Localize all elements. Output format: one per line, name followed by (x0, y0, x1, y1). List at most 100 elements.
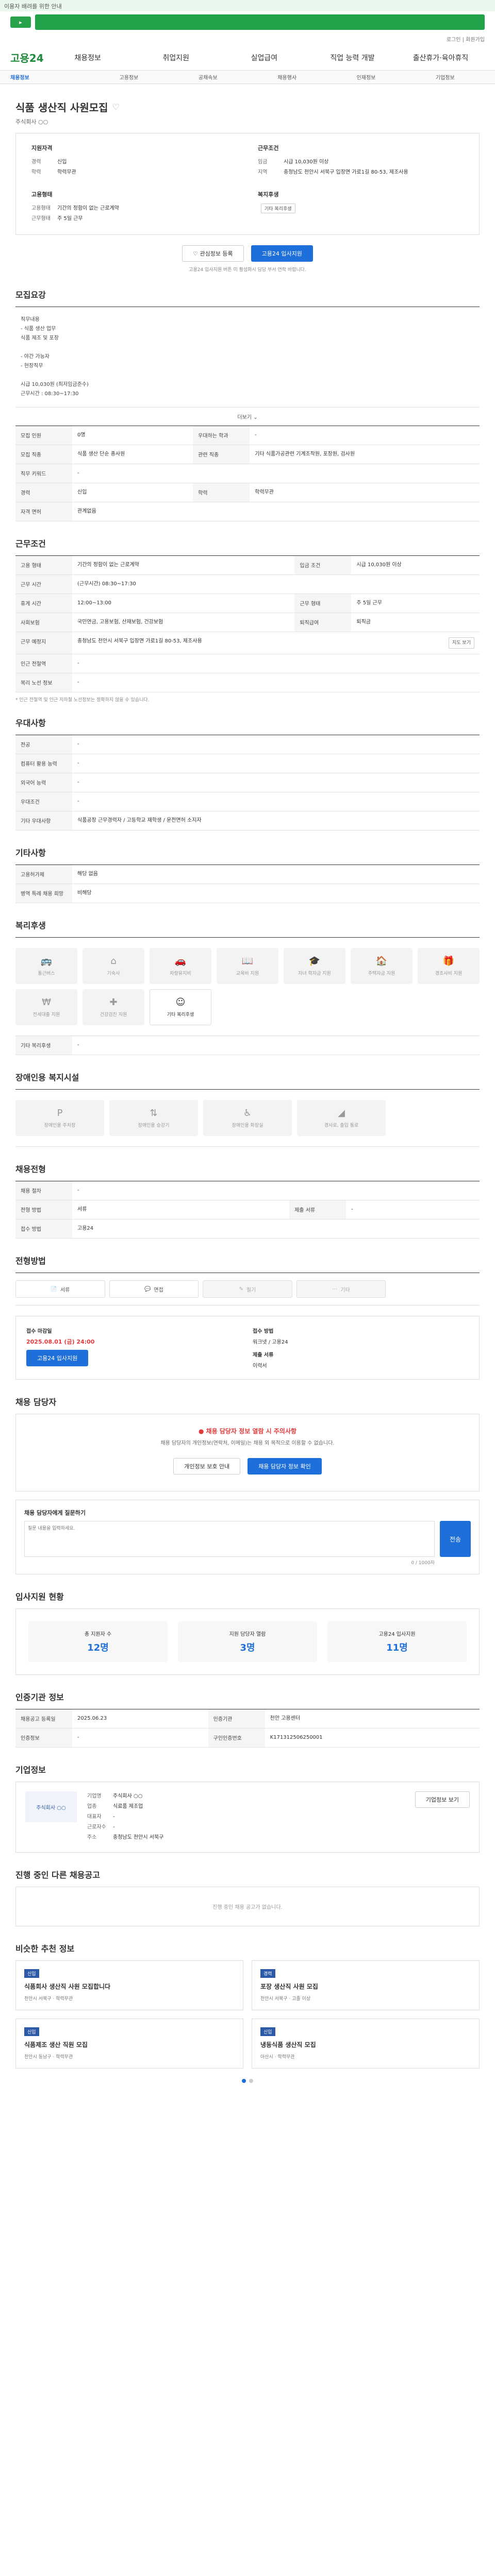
qa-title: 채용 담당자에게 질문하기 (24, 1510, 86, 1516)
stats-box: 총 지원자 수 12명 지원 담당자 열람 3명 고용24 입사지원 11명 (15, 1608, 480, 1675)
alert-icon: ● (198, 1428, 206, 1435)
table-cell: 시급 10,030원 이상 (351, 555, 480, 575)
ramp-icon: ◢ (338, 1108, 345, 1118)
recommend-card[interactable]: 신입식품제조 생산 직원 모집천안시 동남구 · 학력무관 (15, 2019, 243, 2069)
page-dot[interactable] (249, 2079, 253, 2083)
kv-key: 고용형태 (31, 206, 51, 211)
recommend-meta: 천안시 서북구 · 학력무관 (24, 1996, 73, 2002)
facility-label: 장애인용 주차장 (44, 1123, 76, 1128)
welfare-label: 기타 복리후생 (167, 1012, 194, 1018)
chat-icon: 💬 (144, 1286, 151, 1292)
table-header: 전공 (15, 735, 72, 754)
section-title: 전형방법 (15, 1256, 46, 1266)
recommend-meta: 천안시 동남구 · 학력무관 (24, 2055, 73, 2060)
facility-label: 장애인용 화장실 (232, 1123, 263, 1128)
table-cell: 비해당 (72, 884, 480, 903)
table-header: 인증기관 (208, 1709, 265, 1728)
table-header: 인근 전철역 (15, 654, 72, 673)
subnav-item[interactable]: 고용정보 (89, 73, 168, 81)
welfare-item: 🚗 차량유지비 (150, 948, 211, 984)
job-title: 식품 생산직 사원모집 (15, 101, 108, 114)
table-header: 컴퓨터 활용 능력 (15, 754, 72, 773)
contact-alert: ● 채용 담당자 정보 열람 시 주의사항 (28, 1427, 467, 1435)
kv-value: 충청남도 천안시 서북구 (113, 1835, 164, 1840)
view-contact-button[interactable]: 채용 담당자 정보 확인 (248, 1458, 322, 1475)
facility-item: ◢ 경사로, 출입 통로 (297, 1100, 386, 1136)
qa-counter: 0 / 1000자 (411, 1561, 435, 1566)
nav-item[interactable]: 출산휴가·육아휴직 (397, 53, 485, 63)
table-header: 채용 절차 (15, 1181, 72, 1200)
go-button[interactable]: ▸ (10, 16, 31, 28)
recommend-card[interactable]: 신입 식품회사 생산직 사원 모집합니다 천안시 서북구 · 학력무관 (15, 1960, 243, 2010)
company-info-button[interactable]: 기업정보 보기 (415, 1791, 470, 1808)
qa-send-button[interactable]: 전송 (440, 1521, 471, 1557)
car-icon: 🚗 (174, 956, 187, 967)
site-logo[interactable]: 고용24 (10, 50, 44, 65)
kv-value: 학력무관 (57, 170, 76, 175)
recommend-title: 식품회사 생산직 사원 모집합니다 (24, 1983, 111, 1990)
subnav-item[interactable]: 공채속보 (169, 73, 248, 81)
table-cell: - (72, 464, 480, 483)
search-bar[interactable] (35, 14, 485, 30)
recommend-card[interactable]: 경력 포장 생산직 사원 모집 천안시 서북구 · 고졸 이상 (252, 1960, 480, 2010)
kv-value: 주 5일 근무 (57, 216, 83, 222)
kv-key: 경력 (31, 159, 41, 165)
kv-key: 지역 (258, 170, 268, 175)
recommend-title: 냉동식품 생산직 모집 (260, 2041, 316, 2048)
table-cell: 0명 (72, 426, 193, 445)
qa-input[interactable] (24, 1521, 435, 1557)
table-cell: 천안 고용센터 (265, 1709, 480, 1728)
subnav-item[interactable]: 채용정보 (10, 73, 89, 81)
detail-line: - 현장직무 (21, 363, 43, 369)
welfare-label: 건강검진 지원 (100, 1012, 127, 1018)
scrap-button[interactable]: ♡ 관심정보 등록 (182, 245, 244, 262)
nav-item[interactable]: 채용정보 (44, 53, 132, 63)
house-icon: ⌂ (110, 956, 117, 967)
recommend-badge: 신입 (24, 2027, 39, 2036)
table-header: 학력 (193, 483, 250, 502)
summary-heading: 복지후생 (258, 191, 279, 198)
apply-button[interactable]: 고용24 입사지원 (26, 1350, 89, 1366)
kv-key: 근무형태 (31, 216, 51, 222)
kv-key: 기업명 (87, 1793, 102, 1799)
more-icon: ⋯ (332, 1286, 338, 1292)
welfare-item: 📖 교육비 지원 (217, 948, 278, 984)
table-cell: 퇴직금 (351, 613, 480, 632)
contact-text: 채용 담당자의 개인정보(연락처, 이메일)는 채용 외 목적으로 이용할 수 … (160, 1440, 335, 1446)
top-search-area: ▸ (0, 11, 495, 33)
summary-heading: 지원자격 (31, 145, 53, 151)
table-cell: - (72, 773, 480, 792)
heart-icon[interactable]: ♡ (112, 102, 120, 112)
facility-label: 경사로, 출입 통로 (324, 1123, 359, 1128)
address-text: 충청남도 천안시 서북구 입장면 가로1길 80-53, 제조사용 (77, 638, 202, 644)
map-button[interactable]: 지도 보기 (449, 637, 474, 649)
privacy-info-button[interactable]: 개인정보 보호 안내 (173, 1458, 241, 1475)
company-name[interactable]: 주식회사 ○○ (15, 117, 480, 126)
table-header: 퇴직급여 (294, 613, 352, 632)
table-cell: 고용24 (72, 1219, 480, 1239)
recommend-card[interactable]: 신입 냉동식품 생산직 모집 아산시 · 학력무관 (252, 2019, 480, 2069)
welfare-label: 통근버스 (38, 971, 55, 976)
recommend-title: 식품제조 생산 직원 모집 (24, 2041, 88, 2048)
apply-button[interactable]: 고용24 입사지원 (251, 245, 313, 262)
subnav-item[interactable]: 인재정보 (326, 73, 405, 81)
nav-item[interactable]: 직업 능력 개발 (308, 53, 397, 63)
table-cell: - (72, 754, 480, 773)
table-header: 자격 면허 (15, 502, 72, 521)
more-button[interactable]: 더보기 ⌄ (15, 413, 480, 420)
welfare-item: 🎓 자녀 학자금 지원 (284, 948, 345, 984)
top-links[interactable]: 로그인 | 회원가입 (0, 33, 495, 45)
table-header: 고용허가제 (15, 865, 72, 884)
table-header: 기타 우대사항 (15, 811, 72, 831)
table-header: 접수 방법 (15, 1219, 72, 1239)
loan-icon: ₩ (42, 997, 51, 1008)
page-dot[interactable] (242, 2079, 246, 2083)
nav-item[interactable]: 실업급여 (220, 53, 308, 63)
section-title: 인증기관 정보 (15, 1692, 64, 1702)
nav-item[interactable]: 취업지원 (132, 53, 220, 63)
subnav-item[interactable]: 채용행사 (248, 73, 326, 81)
kv-value: 시급 10,030원 이상 (284, 159, 329, 165)
subnav-item[interactable]: 기업정보 (406, 73, 485, 81)
parking-icon: P (57, 1108, 63, 1118)
recommend-badge: 신입 (260, 2027, 275, 2036)
